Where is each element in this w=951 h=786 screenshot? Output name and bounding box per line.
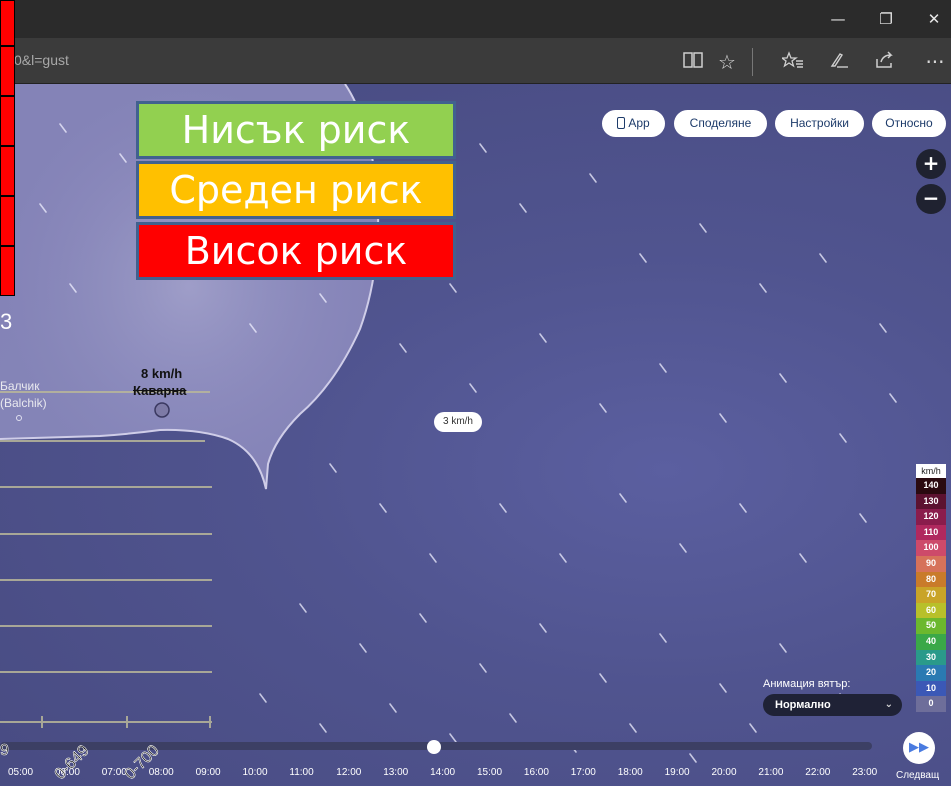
- red-block-3: [0, 96, 15, 146]
- app-button-label: App: [628, 116, 650, 130]
- scale-step-50: 50: [916, 618, 946, 634]
- scale-step-20: 20: [916, 665, 946, 681]
- timeline-hour[interactable]: 21:00: [758, 767, 783, 778]
- timeline-hour[interactable]: 15:00: [477, 767, 502, 778]
- scale-step-60: 60: [916, 602, 946, 619]
- kavarna-marker: [154, 402, 170, 418]
- scale-step-110: 110: [916, 524, 946, 541]
- scale-step-10: 10: [916, 680, 946, 697]
- wind-speed-bubble[interactable]: 3 km/h: [434, 412, 482, 432]
- favorites-hub-icon[interactable]: [780, 50, 806, 74]
- red-block-6: [0, 246, 15, 296]
- screenshot-root: — ❐ ✕ 0&l=gust ☆ ··· Балчик (Balchik) 8 …: [0, 0, 951, 786]
- scale-step-30: 30: [916, 649, 946, 666]
- risk-medium-label: Среден риск: [136, 161, 456, 219]
- share-button[interactable]: Споделяне: [674, 110, 767, 137]
- scale-step-100: 100: [916, 540, 946, 556]
- toolbar-separator: [752, 48, 753, 76]
- timeline-hour[interactable]: 12:00: [336, 767, 361, 778]
- timeline-hour[interactable]: 16:00: [524, 767, 549, 778]
- address-bar[interactable]: 0&l=gust: [0, 38, 951, 84]
- animation-select[interactable]: Нормално ⌄: [763, 694, 902, 716]
- animation-label: Анимация вятър:: [763, 678, 851, 690]
- timeline-handle[interactable]: [427, 740, 441, 754]
- animation-select-value: Нормално: [775, 699, 831, 711]
- scale-step-70: 70: [916, 587, 946, 603]
- timeline-hour[interactable]: 14:00: [430, 767, 455, 778]
- more-icon[interactable]: ···: [922, 50, 948, 74]
- chevron-down-icon: ⌄: [884, 699, 893, 710]
- scale-step-90: 90: [916, 555, 946, 572]
- scale-step-130: 130: [916, 493, 946, 510]
- phone-icon: [617, 117, 626, 129]
- timeline-hour[interactable]: 09:00: [196, 767, 221, 778]
- red-block-1: [0, 0, 15, 46]
- overlay-edge-number: 9: [0, 742, 9, 760]
- timeline-hour[interactable]: 23:00: [852, 767, 877, 778]
- scale-step-40: 40: [916, 633, 946, 650]
- scale-step-80: 80: [916, 571, 946, 588]
- scale-step-120: 120: [916, 509, 946, 525]
- zoom-out-button[interactable]: −: [916, 184, 946, 214]
- fast-forward-icon: ▶▶: [909, 740, 929, 755]
- zoom-in-button[interactable]: +: [916, 149, 946, 179]
- timeline-hour[interactable]: 10:00: [243, 767, 268, 778]
- about-button[interactable]: Относно: [872, 110, 946, 137]
- scale-step-140: 140: [916, 478, 946, 494]
- wind-speed-scale: km/h 140 130 120 110 100 90 80 70 60 50 40 30 20 10 0: [916, 464, 946, 712]
- scale-unit-label: km/h: [916, 464, 946, 478]
- pen-icon[interactable]: [826, 50, 852, 74]
- timeline-hour[interactable]: 17:00: [571, 767, 596, 778]
- timeline-hour[interactable]: 05:00: [8, 767, 33, 778]
- timeline-hour[interactable]: 20:00: [712, 767, 737, 778]
- balchik-label: Балчик: [0, 379, 40, 393]
- red-block-5: [0, 196, 15, 246]
- app-button[interactable]: App: [602, 110, 665, 137]
- kavarna-speed-label: 8 km/h: [141, 366, 183, 381]
- minimize-button[interactable]: —: [826, 8, 850, 30]
- left-edge-glyph: 3: [0, 309, 13, 334]
- timeline-hour[interactable]: 11:00: [289, 767, 313, 778]
- red-block-2: [0, 46, 15, 96]
- browser-titlebar: — ❐ ✕: [0, 0, 951, 38]
- share-icon[interactable]: [872, 50, 898, 74]
- restore-button[interactable]: ❐: [874, 8, 898, 30]
- favorite-star-icon[interactable]: ☆: [714, 50, 740, 74]
- timeline-hour[interactable]: 13:00: [383, 767, 408, 778]
- timeline-hour[interactable]: 22:00: [805, 767, 830, 778]
- next-label[interactable]: Следващ: [896, 770, 939, 781]
- reading-view-icon[interactable]: [680, 50, 706, 74]
- red-block-4: [0, 146, 15, 196]
- timeline-hour[interactable]: 18:00: [618, 767, 643, 778]
- settings-button[interactable]: Настройки: [775, 110, 864, 137]
- risk-high-label: Висок риск: [136, 222, 456, 280]
- close-button[interactable]: ✕: [922, 8, 946, 30]
- balchik-latin-label: (Balchik): [0, 396, 47, 410]
- kavarna-label: Каварна: [133, 383, 187, 398]
- timeline-hour[interactable]: 19:00: [665, 767, 690, 778]
- timeline-hour[interactable]: 08:00: [149, 767, 174, 778]
- play-button[interactable]: ▶▶: [903, 732, 935, 764]
- url-text[interactable]: 0&l=gust: [14, 52, 69, 68]
- scale-step-0: 0: [916, 696, 946, 712]
- risk-low-label: Нисък риск: [136, 101, 456, 159]
